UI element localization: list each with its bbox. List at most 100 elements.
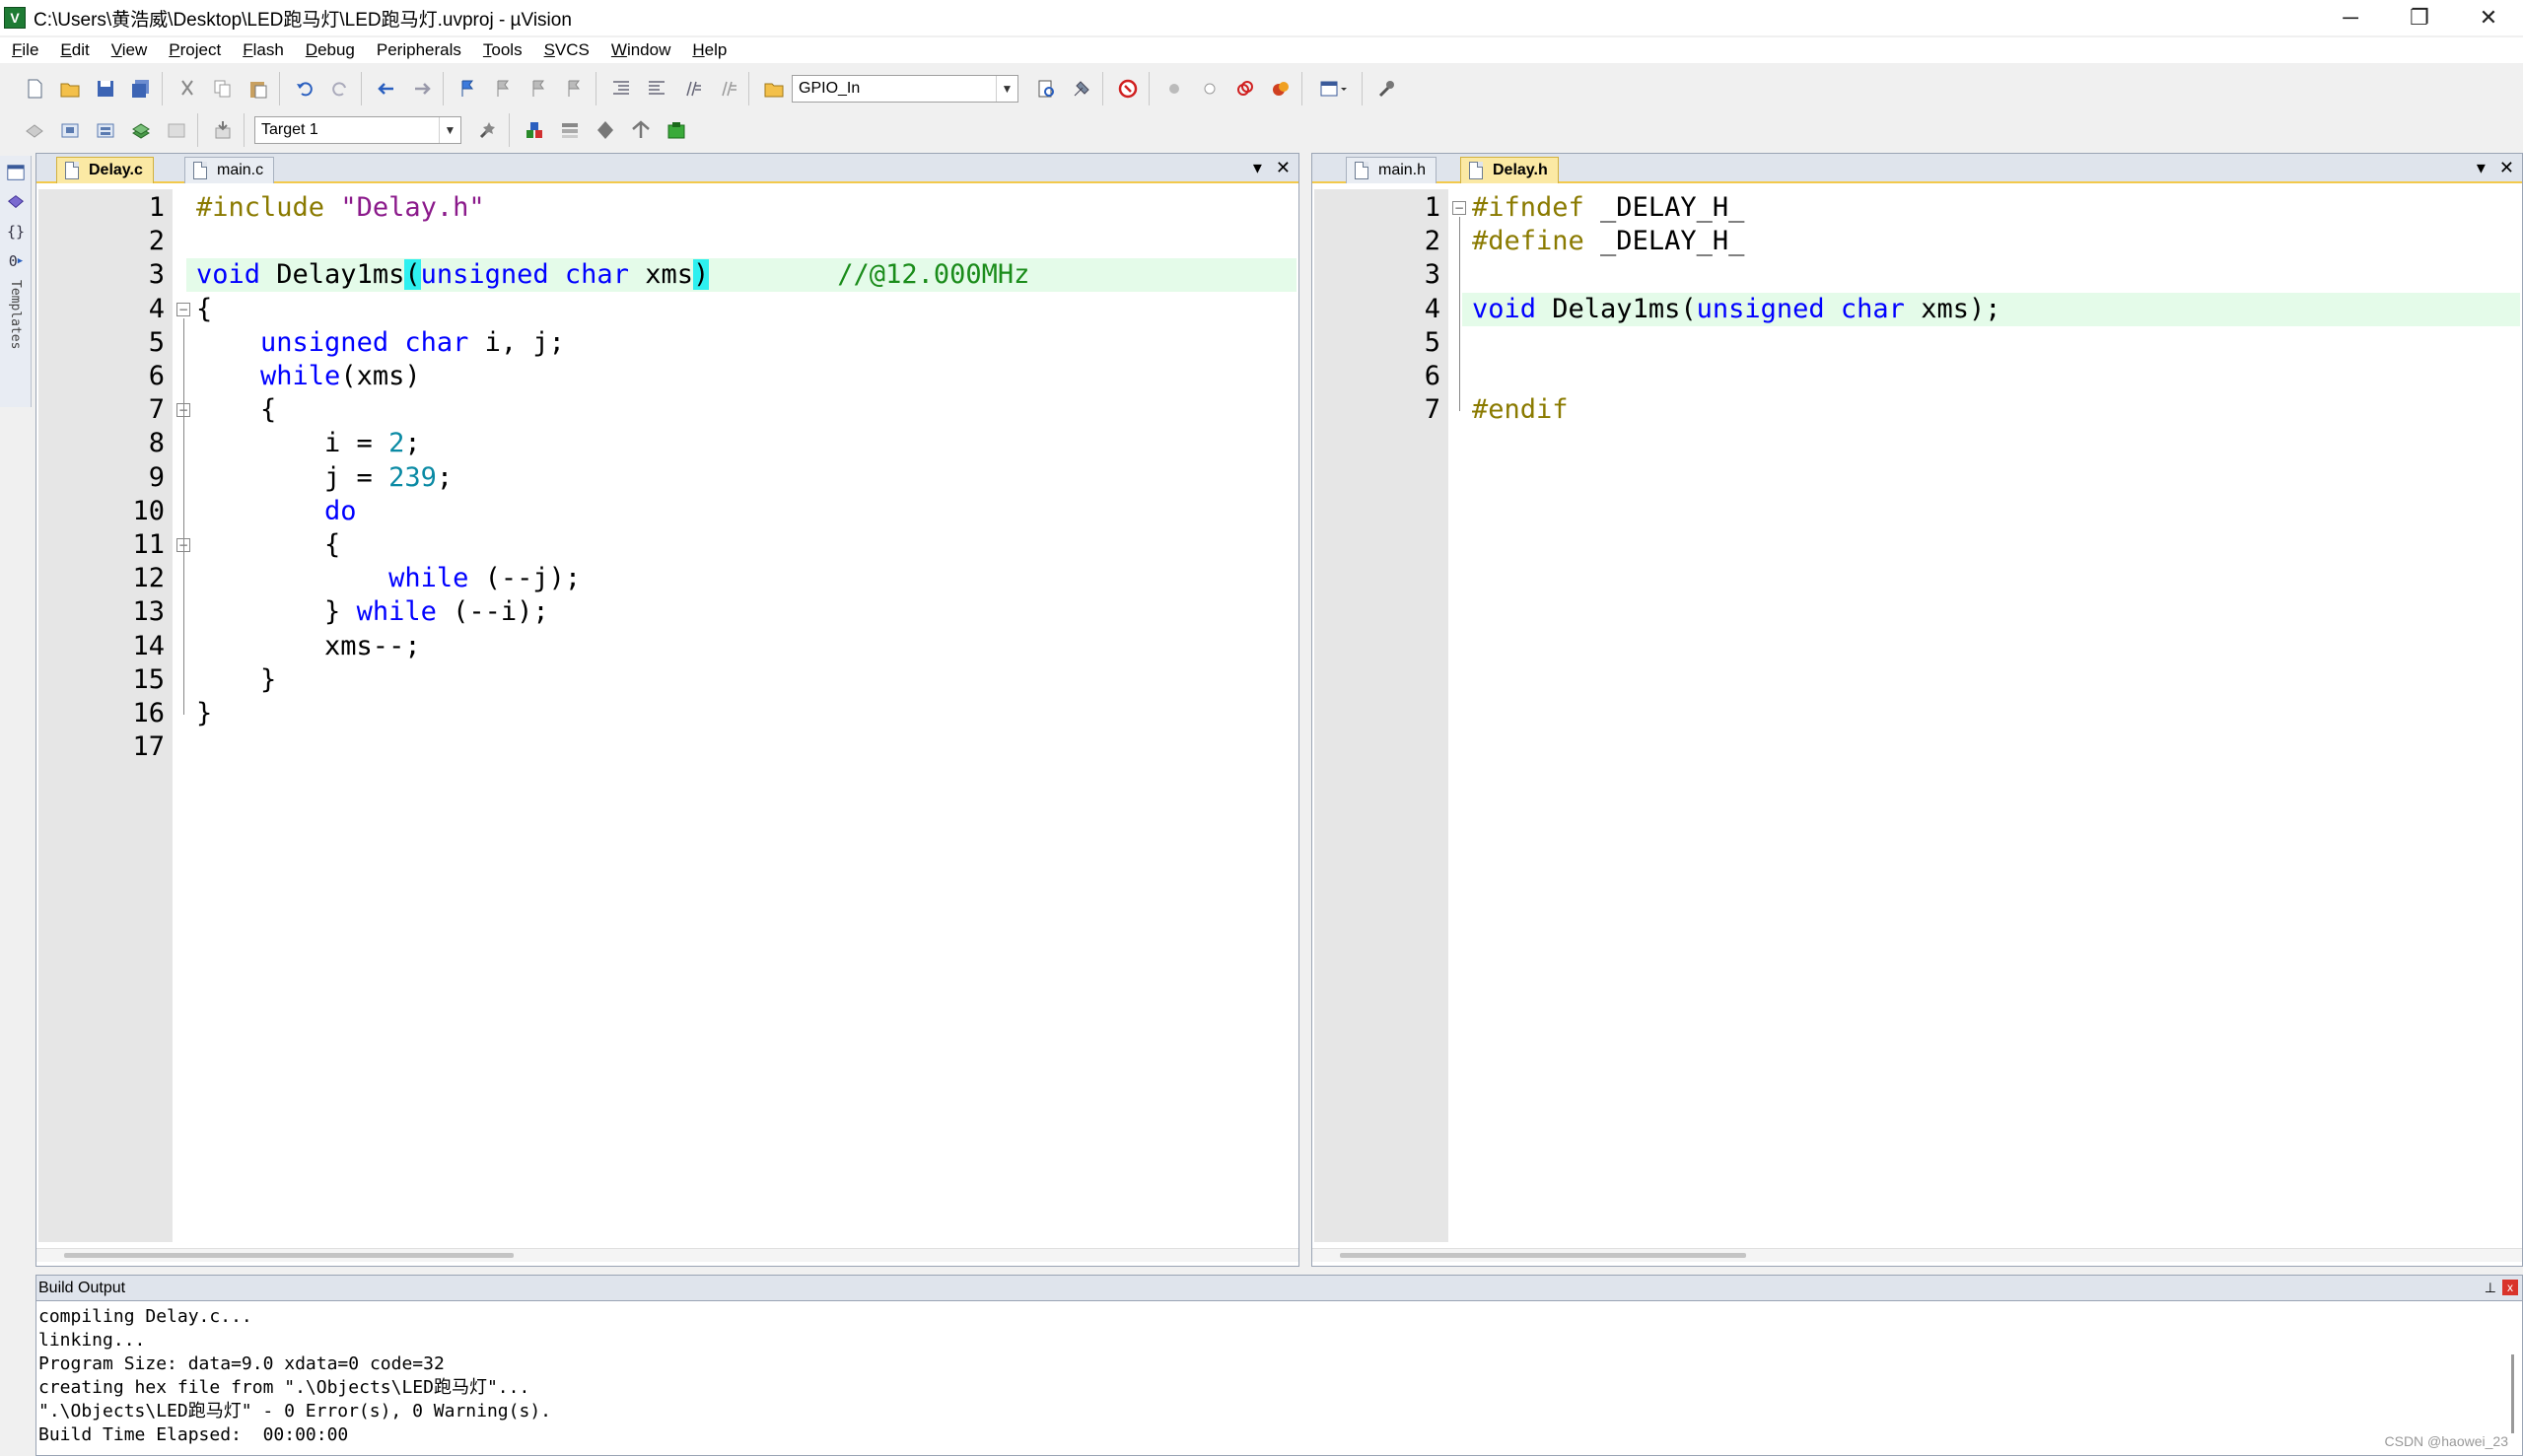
menu-view[interactable]: View (100, 40, 158, 60)
target-select[interactable]: Target 1 ▼ (254, 116, 461, 144)
find-in-files-icon[interactable] (759, 74, 789, 104)
undo-icon[interactable] (290, 74, 319, 104)
tab-list-dropdown-icon[interactable]: ▾ (2477, 158, 2486, 178)
code-line[interactable]: 1 #include "Delay.h" (38, 191, 1297, 225)
menu-tools[interactable]: Tools (471, 40, 532, 60)
close-panel-icon[interactable]: x (2502, 1280, 2518, 1295)
translate-icon[interactable] (20, 115, 49, 145)
enable-breakpoint-icon[interactable] (1195, 74, 1225, 104)
fold-toggle-icon[interactable]: − (176, 302, 190, 316)
find-combo[interactable]: GPIO_In ▼ (792, 75, 1018, 103)
bookmark-next-icon[interactable] (525, 74, 554, 104)
debug-session-icon[interactable] (1113, 74, 1143, 104)
vertical-scrollbar-build[interactable] (2506, 1305, 2520, 1443)
batch-build-icon[interactable] (126, 115, 156, 145)
menu-window[interactable]: Window (599, 40, 680, 60)
fold-toggle-icon[interactable]: − (1452, 201, 1466, 215)
menu-edit[interactable]: Edit (48, 40, 99, 60)
rebuild-icon[interactable] (91, 115, 120, 145)
code-editor-left[interactable]: 1 #include "Delay.h" 2 3 void Delay1ms(unsig… (38, 189, 1297, 1242)
code-line[interactable]: 8 i = 2; (38, 427, 1297, 460)
code-line[interactable]: 5 unsigned char i, j; (38, 326, 1297, 360)
menu-project[interactable]: Project (157, 40, 231, 60)
code-line[interactable]: 2 #define _DELAY_H_ (1314, 225, 2520, 258)
redo-icon[interactable] (325, 74, 355, 104)
kill-breakpoints-icon[interactable] (1266, 74, 1296, 104)
save-icon[interactable] (91, 74, 120, 104)
insert-breakpoint-icon[interactable] (1159, 74, 1189, 104)
tab-delay-c[interactable]: Delay.c (56, 157, 154, 183)
templates-tab-label[interactable]: Templates (8, 280, 23, 349)
configure-icon[interactable] (1372, 74, 1402, 104)
horizontal-scrollbar-right[interactable] (1312, 1248, 2522, 1262)
project-window-icon[interactable] (4, 160, 28, 185)
code-line[interactable]: 4−{ (38, 293, 1297, 326)
comment-icon[interactable] (677, 74, 707, 104)
stop-build-icon[interactable] (162, 115, 191, 145)
code-line[interactable]: 6 (1314, 360, 2520, 393)
code-line[interactable]: 16} (38, 697, 1297, 730)
incremental-find-icon[interactable] (1067, 74, 1096, 104)
code-line[interactable]: 11− { (38, 528, 1297, 562)
navigate-forward-icon[interactable] (407, 74, 437, 104)
code-line[interactable]: 12 while (--j); (38, 562, 1297, 595)
functions-icon[interactable]: {} (4, 219, 28, 244)
cut-icon[interactable] (173, 74, 202, 104)
menu-flash[interactable]: Flash (231, 40, 294, 60)
find-icon[interactable] (1031, 74, 1061, 104)
target-options-icon[interactable] (473, 115, 503, 145)
pin-icon[interactable]: ⊥ (2485, 1280, 2496, 1296)
code-line[interactable]: 7− { (38, 393, 1297, 427)
run-time-environment-icon[interactable] (662, 115, 691, 145)
restore-button[interactable]: ❐ (2385, 0, 2454, 35)
templates-icon[interactable]: 0 ▶ (4, 248, 28, 274)
uncomment-icon[interactable] (713, 74, 742, 104)
code-line[interactable]: 13 } while (--i); (38, 595, 1297, 629)
close-tab-icon[interactable]: ✕ (1276, 158, 1291, 178)
menu-help[interactable]: Help (680, 40, 736, 60)
pack-installer-icon[interactable] (626, 115, 656, 145)
menu-file[interactable]: File (0, 40, 48, 60)
menu-debug[interactable]: Debug (294, 40, 365, 60)
navigate-back-icon[interactable] (372, 74, 401, 104)
code-line[interactable]: 3 (1314, 258, 2520, 292)
scrollbar-thumb[interactable] (64, 1253, 514, 1258)
scrollbar-thumb[interactable] (1340, 1253, 1746, 1258)
bookmark-toggle-icon[interactable] (454, 74, 483, 104)
menu-peripherals[interactable]: Peripherals (365, 40, 471, 60)
tab-list-dropdown-icon[interactable]: ▾ (1253, 158, 1262, 178)
tab-main-c[interactable]: main.c (184, 157, 275, 183)
indent-icon[interactable] (606, 74, 636, 104)
code-line[interactable]: 15 } (38, 663, 1297, 697)
code-line[interactable]: 1− #ifndef _DELAY_H_ (1314, 191, 2520, 225)
bookmark-clear-icon[interactable] (560, 74, 590, 104)
minimize-button[interactable]: ─ (2316, 0, 2385, 35)
code-line[interactable]: 10 do (38, 495, 1297, 528)
scrollbar-thumb[interactable] (2511, 1354, 2514, 1433)
tab-main-h[interactable]: main.h (1346, 157, 1437, 183)
download-icon[interactable] (208, 115, 238, 145)
code-line[interactable]: 2 (38, 225, 1297, 258)
chevron-down-icon[interactable]: ▼ (439, 117, 460, 143)
unindent-icon[interactable] (642, 74, 671, 104)
paste-icon[interactable] (244, 74, 273, 104)
tab-delay-h[interactable]: Delay.h (1460, 157, 1559, 183)
code-line[interactable]: 6 while(xms) (38, 360, 1297, 393)
menu-svcs[interactable]: SVCS (532, 40, 599, 60)
code-line[interactable]: 3 void Delay1ms(unsigned char xms) //@12.… (149, 258, 1297, 293)
horizontal-scrollbar-left[interactable] (36, 1248, 1298, 1262)
select-packs-icon[interactable] (591, 115, 620, 145)
close-tab-icon[interactable]: ✕ (2499, 158, 2514, 178)
code-line[interactable]: 7 #endif (1314, 393, 2520, 427)
close-window-button[interactable]: ✕ (2454, 0, 2523, 35)
window-layout-icon[interactable] (1312, 74, 1356, 104)
code-line[interactable]: 14 xms--; (38, 630, 1297, 663)
code-line[interactable]: 5 (1314, 326, 2520, 360)
save-all-icon[interactable] (126, 74, 156, 104)
bookmark-prev-icon[interactable] (489, 74, 519, 104)
books-icon[interactable] (4, 189, 28, 215)
build-icon[interactable] (55, 115, 85, 145)
file-extensions-icon[interactable] (555, 115, 585, 145)
code-line[interactable]: 17 (38, 730, 1297, 764)
open-folder-icon[interactable] (55, 74, 85, 104)
